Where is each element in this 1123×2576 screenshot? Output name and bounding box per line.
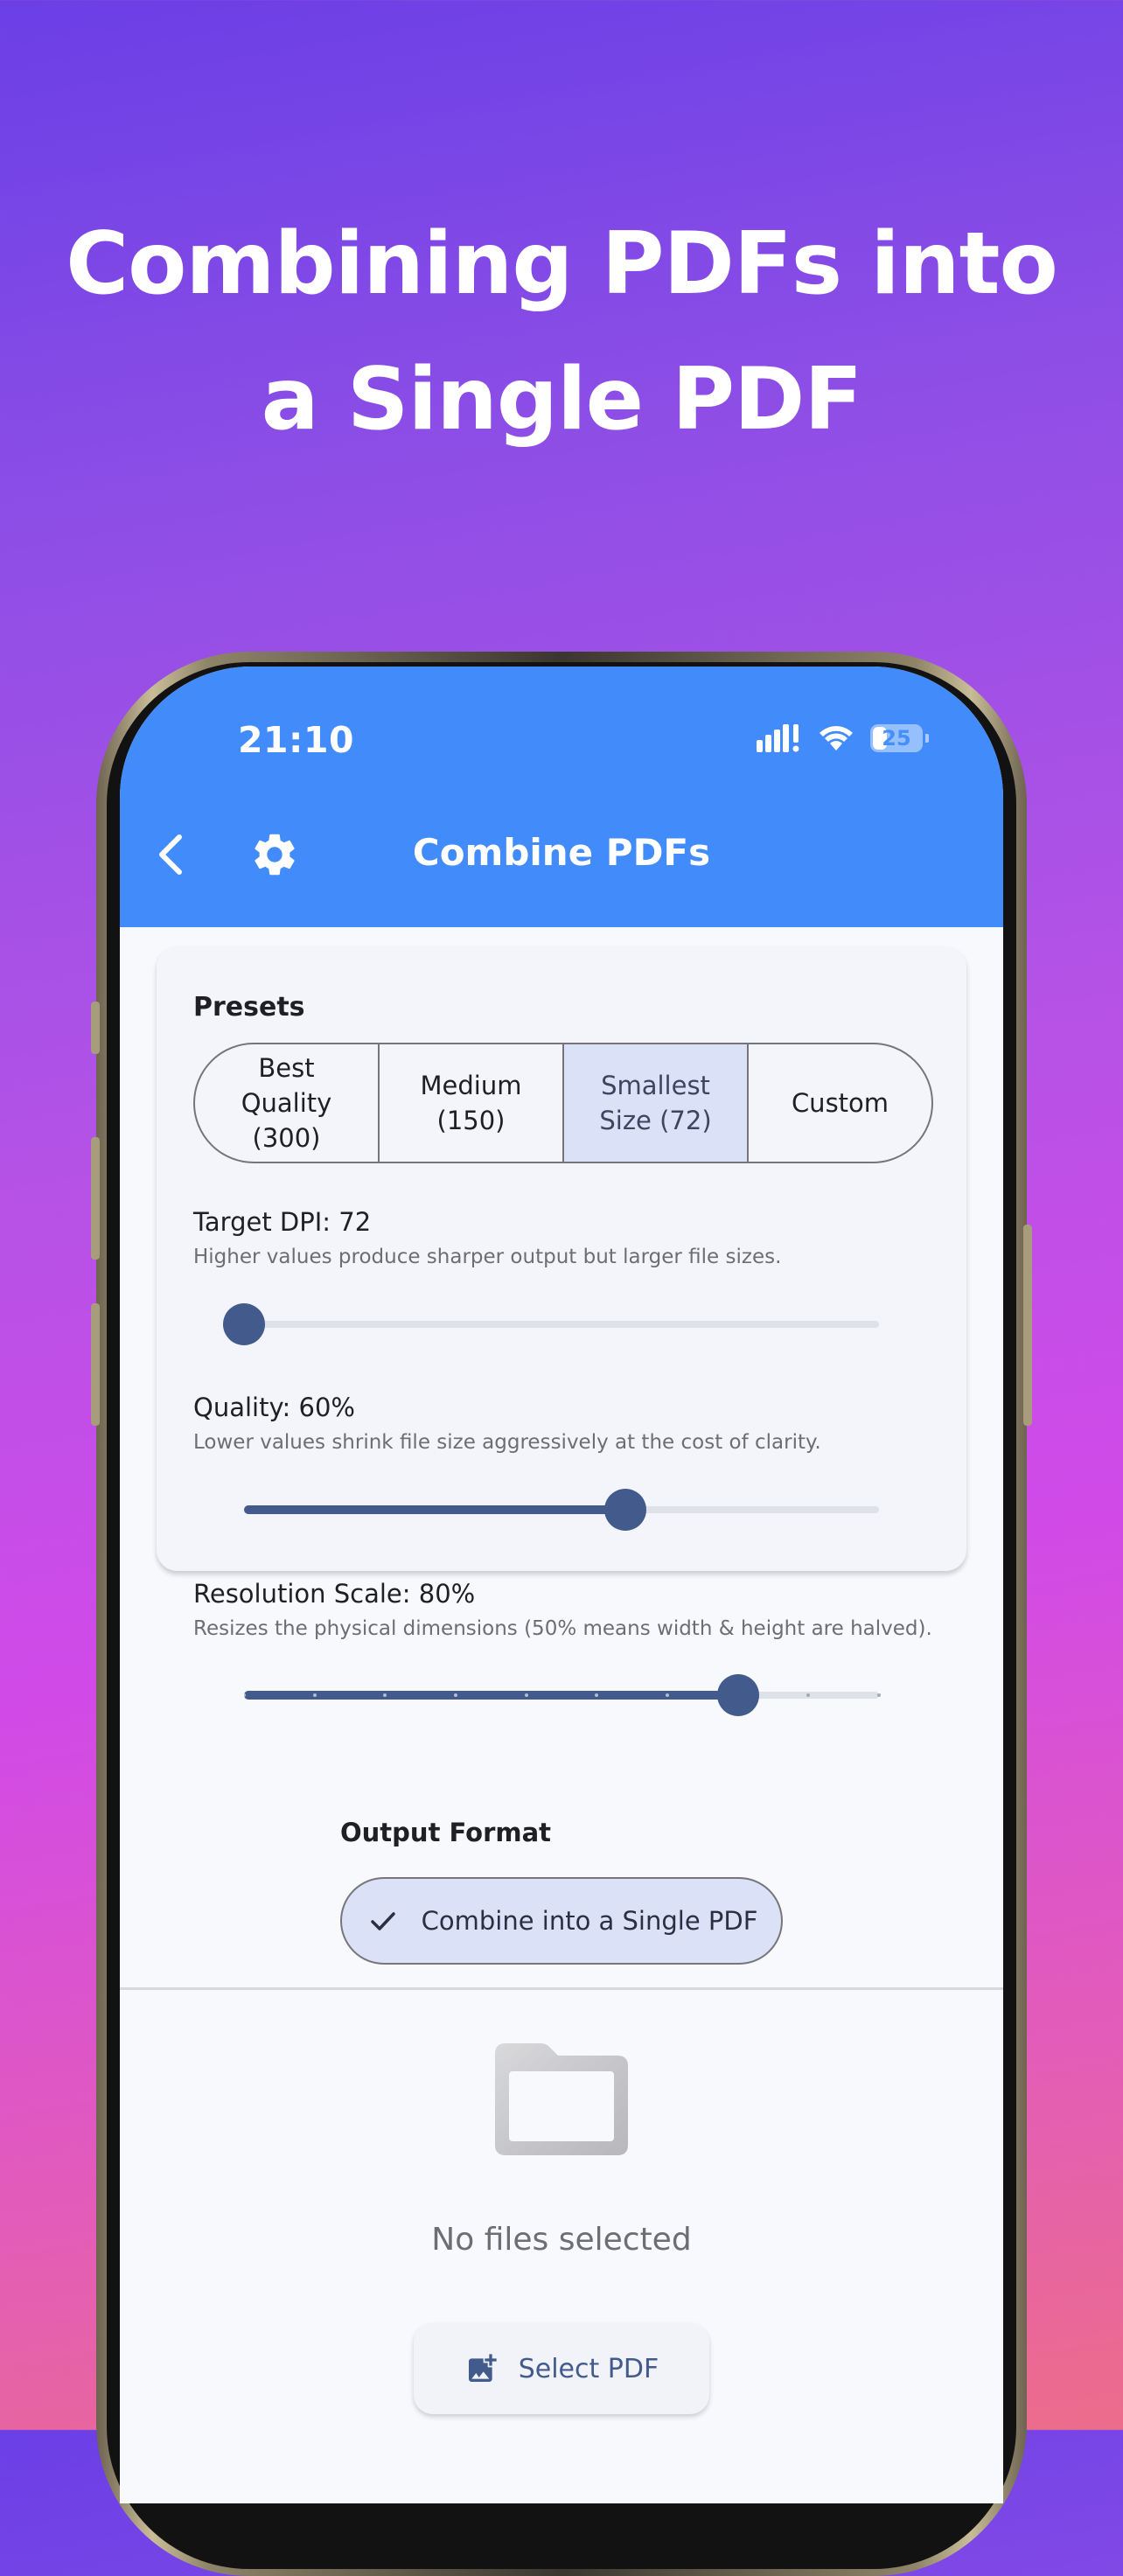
- empty-state-text: No files selected: [431, 2222, 692, 2258]
- select-pdf-label: Select PDF: [518, 2353, 659, 2384]
- preset-segmented-control: Best Quality (300) Medium (150) Smallest…: [193, 1043, 933, 1163]
- folder-icon: [495, 2043, 628, 2155]
- slider-tick: [666, 1693, 669, 1697]
- wifi-icon: [820, 726, 853, 750]
- section-divider: [120, 1987, 1003, 1990]
- battery-icon: 25: [870, 724, 929, 752]
- dpi-help-text: Higher values produce sharper output but…: [193, 1246, 782, 1268]
- preset-label: Smallest Size (72): [599, 1071, 712, 1135]
- chip-label: Combine into a Single PDF: [421, 1906, 758, 1936]
- resolution-help-text: Resizes the physical dimensions (50% mea…: [193, 1617, 932, 1640]
- dpi-slider[interactable]: [223, 1302, 879, 1346]
- select-pdf-button[interactable]: Select PDF: [414, 2323, 709, 2414]
- phone-power-button: [1023, 1225, 1032, 1426]
- check-icon: [370, 1912, 395, 1930]
- phone-screen: 21:10 25 Combine PDFs Presets Best Quali…: [120, 667, 1003, 2503]
- status-time: 21:10: [238, 719, 355, 761]
- quality-label: Quality: 60%: [193, 1393, 355, 1422]
- promo-headline: Combining PDFs into a Single PDF: [0, 197, 1123, 468]
- compression-settings-card: Presets Best Quality (300) Medium (150) …: [157, 946, 966, 1571]
- slider-thumb[interactable]: [717, 1674, 759, 1716]
- phone-volume-down-button: [91, 1303, 100, 1426]
- status-icons: 25: [757, 723, 929, 754]
- resolution-slider[interactable]: [242, 1673, 881, 1717]
- slider-active-track: [244, 1505, 625, 1514]
- headline-line-2: a Single PDF: [261, 350, 863, 450]
- preset-medium[interactable]: Medium (150): [380, 1044, 564, 1162]
- slider-tick: [313, 1693, 317, 1697]
- headline-line-1: Combining PDFs into: [66, 214, 1058, 314]
- slider-tick: [242, 1693, 246, 1697]
- combine-single-pdf-chip[interactable]: Combine into a Single PDF: [340, 1877, 783, 1965]
- dpi-label: Target DPI: 72: [193, 1207, 372, 1237]
- preset-smallest-size[interactable]: Smallest Size (72): [564, 1044, 749, 1162]
- quality-slider[interactable]: [244, 1488, 879, 1532]
- slider-tick: [877, 1693, 881, 1697]
- add-photo-icon: [468, 2354, 497, 2382]
- slider-tick: [383, 1693, 387, 1697]
- phone-side-button: [91, 1002, 100, 1054]
- slider-tick: [595, 1693, 598, 1697]
- preset-label: Best Quality (300): [241, 1053, 332, 1153]
- slider-active-track: [244, 1691, 738, 1700]
- app-bar: 21:10 25 Combine PDFs: [120, 667, 1003, 927]
- slider-tick: [454, 1693, 457, 1697]
- cellular-signal-icon: [757, 724, 799, 752]
- phone-volume-up-button: [91, 1137, 100, 1260]
- quality-help-text: Lower values shrink file size aggressive…: [193, 1431, 821, 1454]
- battery-tip: [925, 734, 929, 743]
- preset-custom[interactable]: Custom: [749, 1044, 931, 1162]
- slider-tick: [806, 1693, 810, 1697]
- presets-heading: Presets: [193, 992, 305, 1023]
- battery-percent: 25: [882, 726, 911, 750]
- preset-label: Medium (150): [420, 1071, 522, 1135]
- slider-tick: [525, 1693, 528, 1697]
- page-title: Combine PDFs: [412, 831, 711, 874]
- slider-thumb[interactable]: [604, 1489, 646, 1531]
- slider-thumb[interactable]: [223, 1303, 265, 1345]
- preset-best-quality[interactable]: Best Quality (300): [195, 1044, 380, 1162]
- preset-label: Custom: [791, 1088, 889, 1118]
- output-format-heading: Output Format: [340, 1818, 552, 1847]
- slider-track: [244, 1321, 879, 1328]
- resolution-label: Resolution Scale: 80%: [193, 1579, 476, 1609]
